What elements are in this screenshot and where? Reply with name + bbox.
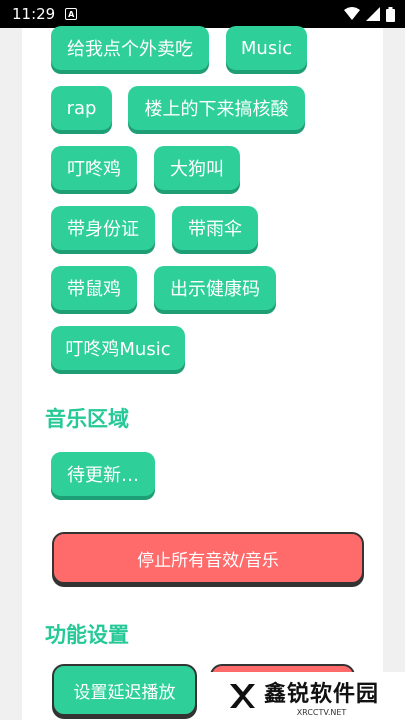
- watermark-title: 鑫锐软件园: [264, 681, 380, 707]
- sound-chip[interactable]: 带鼠鸡: [51, 266, 137, 310]
- sound-chip[interactable]: rap: [51, 86, 112, 130]
- watermark-logo-icon: [230, 684, 255, 708]
- sound-chip[interactable]: 带身份证: [51, 206, 155, 250]
- sound-chip[interactable]: 叮咚鸡: [51, 146, 137, 190]
- stop-all-button[interactable]: 停止所有音效/音乐: [52, 532, 364, 584]
- content-card: [22, 28, 383, 720]
- sound-chip[interactable]: 叮咚鸡Music: [51, 326, 185, 370]
- watermark: 鑫锐软件园 XRCCTV.NET: [210, 672, 405, 720]
- watermark-sub: XRCCTV.NET: [296, 707, 347, 717]
- sound-chip[interactable]: Music: [226, 26, 307, 70]
- set-delay-button[interactable]: 设置延迟播放: [52, 664, 197, 716]
- battery-icon: [386, 6, 395, 22]
- sound-chip[interactable]: 楼上的下来搞核酸: [128, 86, 305, 130]
- settings-section-title: 功能设置: [45, 623, 129, 647]
- sound-chip[interactable]: 大狗叫: [154, 146, 240, 190]
- status-bar: 11:29 A: [0, 0, 405, 28]
- sound-chip[interactable]: 出示健康码: [154, 266, 276, 310]
- music-pending-chip[interactable]: 待更新…: [51, 452, 155, 496]
- wifi-icon: [344, 7, 360, 20]
- status-icons: [344, 6, 395, 22]
- notification-a-icon: A: [65, 8, 78, 20]
- status-time: 11:29: [12, 5, 56, 23]
- sound-chip[interactable]: 带雨伞: [172, 206, 258, 250]
- music-section-title: 音乐区域: [45, 407, 129, 431]
- signal-icon: [366, 7, 380, 21]
- sound-chip[interactable]: 给我点个外卖吃: [51, 26, 209, 70]
